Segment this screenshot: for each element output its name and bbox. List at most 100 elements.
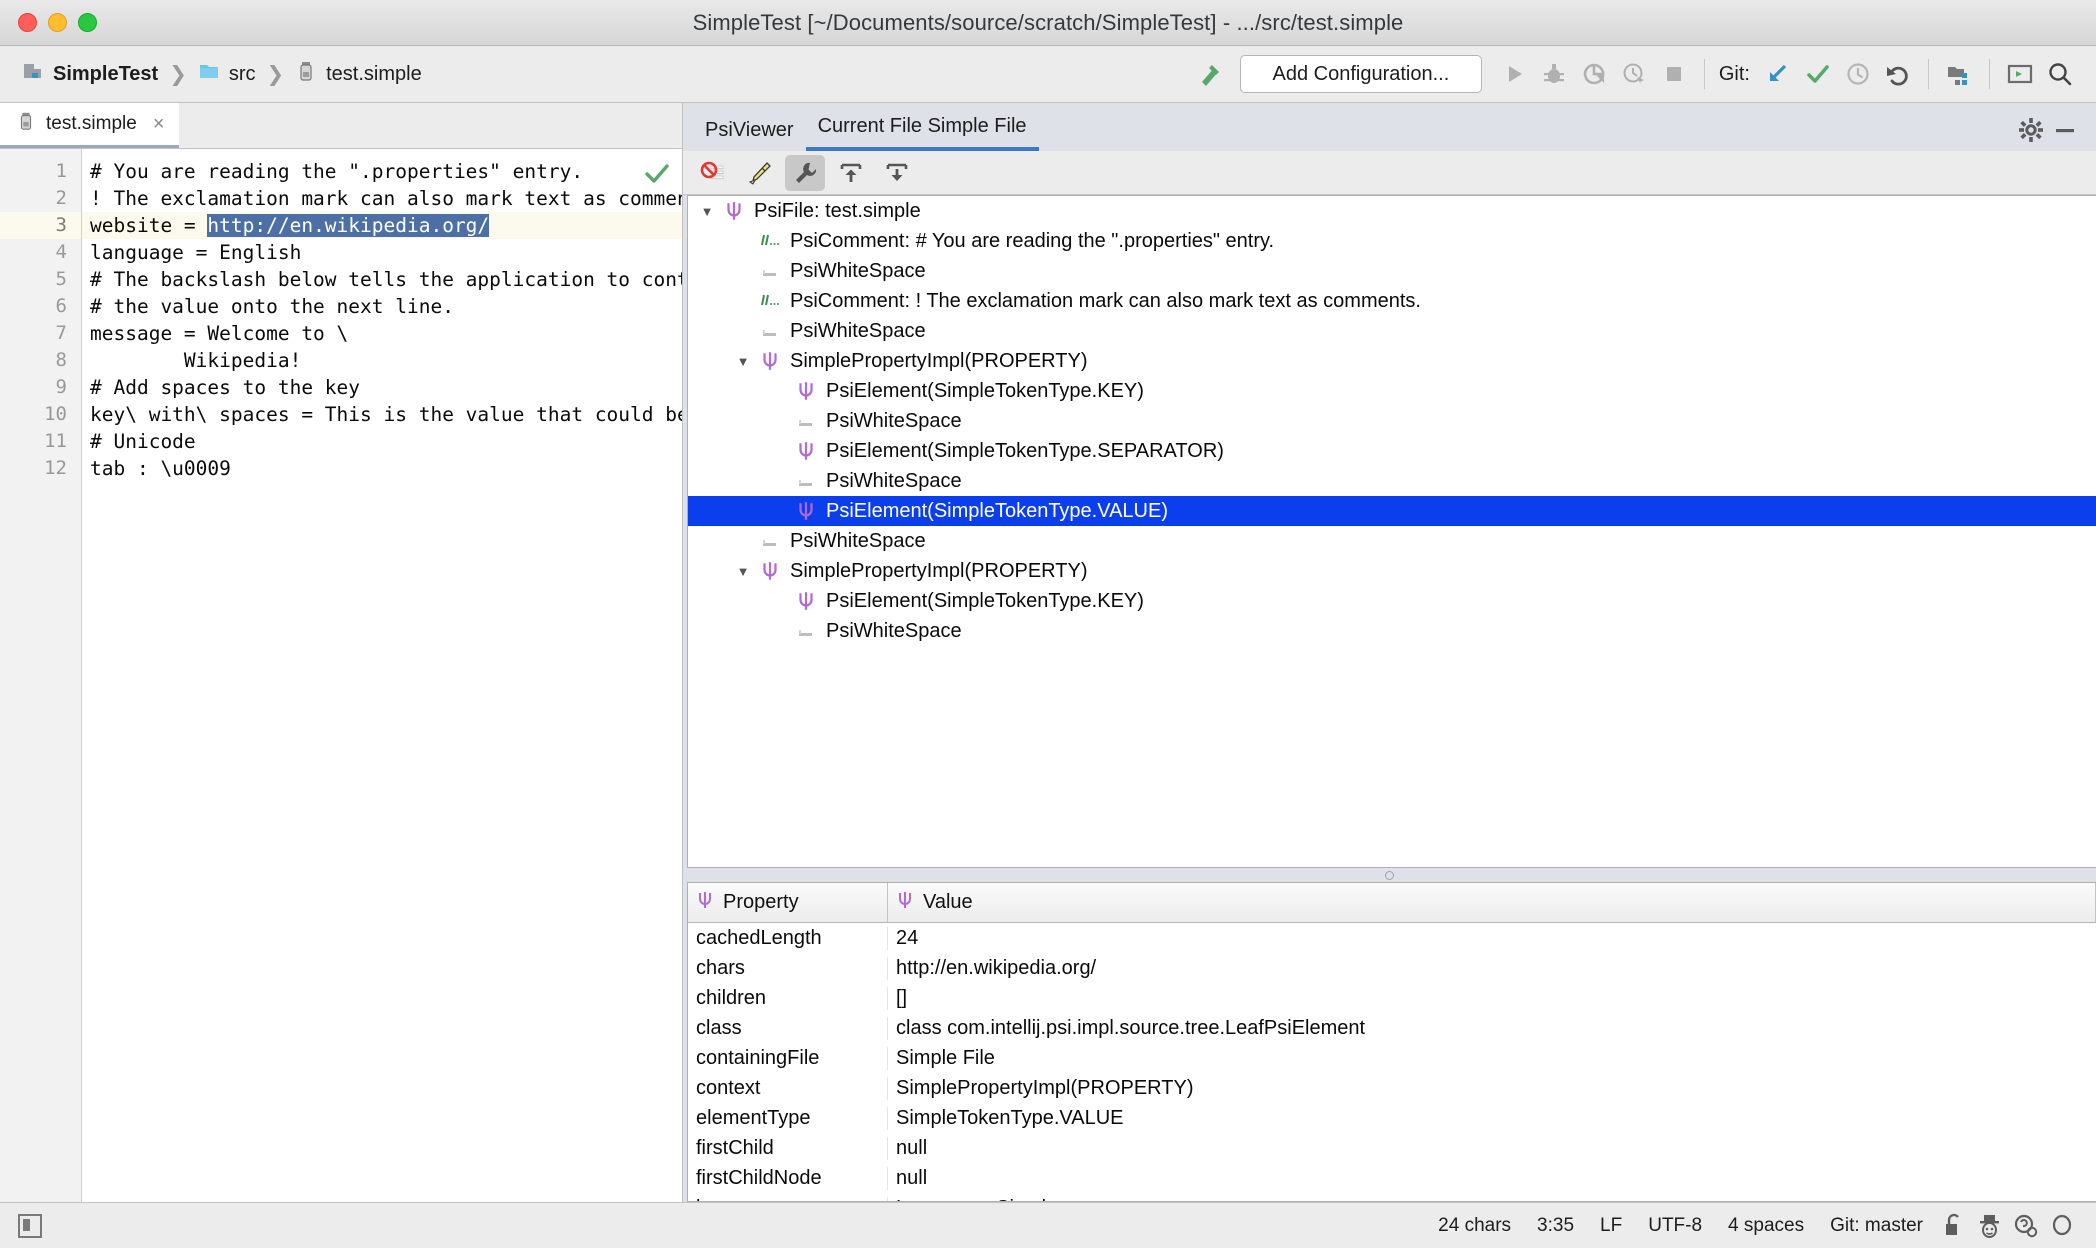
property-table-row[interactable]: firstChild null	[688, 1133, 2096, 1163]
property-table-row[interactable]: children []	[688, 983, 2096, 1013]
psi-tree-row[interactable]: ▼ PsiElement(SimpleTokenType.KEY)	[688, 376, 2096, 406]
property-table-row[interactable]: context SimplePropertyImpl(PROPERTY)	[688, 1073, 2096, 1103]
editor-tab-test-simple[interactable]: test.simple ×	[0, 103, 179, 148]
psi-tree-row[interactable]: ▼ PsiFile: test.simple	[688, 196, 2096, 226]
export-button[interactable]	[831, 155, 871, 191]
property-value-cell: Simple File	[896, 1046, 995, 1069]
profiler-button[interactable]	[1614, 54, 1654, 94]
inspector-hat-icon[interactable]	[1972, 1211, 2008, 1241]
status-caret-position[interactable]: 3:35	[1524, 1215, 1587, 1237]
status-line-separator[interactable]: LF	[1587, 1215, 1635, 1237]
column-header-property[interactable]: Property	[688, 883, 888, 922]
chevron-down-icon[interactable]: ▼	[694, 204, 720, 219]
property-value-cell: null	[896, 1136, 928, 1159]
psi-tree-label: PsiWhiteSpace	[790, 319, 926, 342]
main-content: test.simple × 1 2 3 4 5 6 7 8 9 10 11 12…	[0, 103, 2096, 1202]
search-everywhere-button[interactable]	[2040, 54, 2080, 94]
psi-tree-row[interactable]: ▼ PsiWhiteSpace	[688, 466, 2096, 496]
psi-tree-row[interactable]: ▼ PsiComment: # You are reading the ".pro…	[688, 226, 2096, 256]
psi-tree-label: PsiComment: # You are reading the ".prop…	[790, 229, 1275, 252]
property-value-cell: SimplePropertyImpl(PROPERTY)	[896, 1076, 1194, 1099]
psi-tree-row[interactable]: ▼ PsiElement(SimpleTokenType.SEPARATOR)	[688, 436, 2096, 466]
close-icon[interactable]: ×	[153, 113, 165, 136]
breadcrumb: SimpleTest ❯ src ❯ test.simple	[20, 58, 424, 90]
breadcrumb-item-project[interactable]: SimpleTest	[20, 58, 160, 90]
terminal-button[interactable]	[2000, 54, 2040, 94]
psi-tree-label: PsiElement(SimpleTokenType.VALUE)	[826, 499, 1168, 522]
locate-file-button[interactable]	[1939, 54, 1979, 94]
psi-tree-row-selected[interactable]: ▼ PsiElement(SimpleTokenType.VALUE)	[688, 496, 2096, 526]
status-indent[interactable]: 4 spaces	[1715, 1215, 1817, 1237]
breadcrumb-item-src[interactable]: src	[196, 58, 258, 90]
line-number: 9	[55, 376, 67, 398]
tree-spacer: ▼	[766, 414, 792, 429]
property-name-cell: firstChildNode	[688, 1166, 888, 1190]
chevron-down-icon[interactable]: ▼	[730, 564, 756, 579]
whitespace-icon	[792, 410, 820, 432]
psi-property-table[interactable]: Property Value cachedLength 24 chars http:/…	[687, 882, 2096, 1202]
column-header-value[interactable]: Value	[888, 883, 2096, 922]
code-area[interactable]: # You are reading the ".properties" entr…	[82, 149, 682, 1202]
psi-tree-row[interactable]: ▼ PsiWhiteSpace	[688, 616, 2096, 646]
property-table-row[interactable]: class class com.intellij.psi.impl.source.…	[688, 1013, 2096, 1043]
psi-tree-row[interactable]: ▼ SimplePropertyImpl(PROPERTY)	[688, 556, 2096, 586]
property-table-row[interactable]: containingFile Simple File	[688, 1043, 2096, 1073]
tab-current-file-simple-file[interactable]: Current File Simple File	[805, 103, 1039, 151]
psi-icon	[896, 890, 914, 916]
property-table-row[interactable]: cachedLength 24	[688, 923, 2096, 953]
stop-button[interactable]	[1654, 54, 1694, 94]
settings-gear-icon[interactable]	[2014, 113, 2048, 147]
status-encoding[interactable]: UTF-8	[1635, 1215, 1715, 1237]
property-value-cell: http://en.wikipedia.org/	[896, 956, 1097, 979]
tab-psiviewer[interactable]: PsiViewer	[693, 103, 806, 151]
psi-tree-row[interactable]: ▼ PsiWhiteSpace	[688, 256, 2096, 286]
psi-settings-button[interactable]	[785, 154, 825, 191]
hide-panel-icon[interactable]	[2048, 113, 2082, 147]
panel-splitter[interactable]	[683, 868, 2096, 882]
git-update-button[interactable]	[1758, 54, 1798, 94]
git-history-button[interactable]	[1838, 54, 1878, 94]
psi-tree-row[interactable]: ▼ PsiWhiteSpace	[688, 316, 2096, 346]
inspection-status-icon[interactable]	[644, 161, 670, 192]
psi-icon	[792, 590, 820, 612]
property-table-row[interactable]: firstChildNode null	[688, 1163, 2096, 1193]
window-title: SimpleTest [~/Documents/source/scratch/S…	[692, 9, 1404, 35]
add-configuration-button[interactable]: Add Configuration...	[1239, 55, 1482, 93]
psi-tree-row[interactable]: ▼ SimplePropertyImpl(PROPERTY)	[688, 346, 2096, 376]
breadcrumb-item-file[interactable]: test.simple	[293, 58, 424, 90]
background-tasks-icon[interactable]	[2008, 1211, 2044, 1241]
psi-tree-label: PsiElement(SimpleTokenType.KEY)	[826, 379, 1144, 402]
psi-tree-row[interactable]: ▼ PsiComment: ! The exclamation mark can …	[688, 286, 2096, 316]
code-editor[interactable]: 1 2 3 4 5 6 7 8 9 10 11 12 # You are rea…	[0, 149, 682, 1202]
run-with-coverage-button[interactable]	[1574, 54, 1614, 94]
disable-psi-button[interactable]	[693, 155, 733, 191]
build-project-button[interactable]	[1190, 54, 1230, 94]
status-git-branch[interactable]: Git: master	[1817, 1215, 1936, 1237]
psi-tree[interactable]: ▼ PsiFile: test.simple ▼ PsiComment: # You …	[687, 195, 2096, 868]
toggle-tool-window-bars[interactable]	[18, 1213, 42, 1238]
import-button[interactable]	[877, 155, 917, 191]
property-table-row[interactable]: languageLanguage: Simple	[688, 1193, 2096, 1201]
search-icon[interactable]	[2044, 1211, 2080, 1241]
editor-selection[interactable]: http://en.wikipedia.org/	[207, 214, 490, 237]
whitespace-icon	[756, 530, 784, 552]
git-commit-button[interactable]	[1798, 54, 1838, 94]
tree-spacer: ▼	[766, 384, 792, 399]
psi-tree-row[interactable]: ▼ PsiWhiteSpace	[688, 526, 2096, 556]
clear-highlighting-button[interactable]	[739, 155, 779, 191]
psi-tree-row[interactable]: ▼ PsiWhiteSpace	[688, 406, 2096, 436]
psi-tree-row[interactable]: ▼ PsiElement(SimpleTokenType.KEY)	[688, 586, 2096, 616]
property-name-cell: elementType	[688, 1106, 888, 1130]
psi-tree-label: SimplePropertyImpl(PROPERTY)	[790, 559, 1088, 582]
lock-icon[interactable]	[1936, 1211, 1972, 1241]
git-rollback-button[interactable]	[1878, 54, 1918, 94]
run-button[interactable]	[1494, 54, 1534, 94]
chevron-down-icon[interactable]: ▼	[730, 354, 756, 369]
breadcrumb-label: src	[228, 62, 256, 85]
git-label: Git:	[1718, 62, 1750, 85]
property-table-row[interactable]: chars http://en.wikipedia.org/	[688, 953, 2096, 983]
property-name-cell: context	[688, 1076, 888, 1100]
line-number: 5	[55, 268, 67, 290]
property-table-row[interactable]: elementType SimpleTokenType.VALUE	[688, 1103, 2096, 1133]
debug-button[interactable]	[1534, 54, 1574, 94]
